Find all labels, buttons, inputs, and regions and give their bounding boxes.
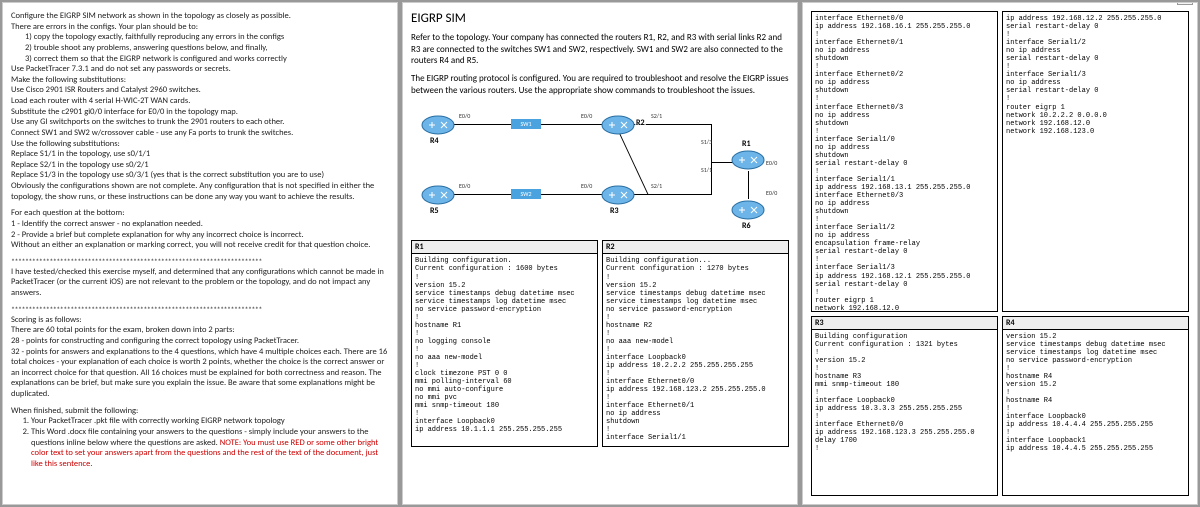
list-item: This Word .docx file containing your ans… bbox=[31, 427, 389, 470]
router-r4-icon bbox=[421, 114, 455, 136]
separator: ****************************************… bbox=[11, 257, 389, 267]
router-label: R5 bbox=[429, 206, 440, 216]
separator: ****************************************… bbox=[11, 305, 389, 315]
instruction-text: The EIGRP routing protocol is configured… bbox=[411, 73, 789, 96]
config-header-r3: R3 bbox=[811, 316, 998, 329]
config-r4: version 15.2 service timestamps debug da… bbox=[1002, 329, 1189, 496]
router-label: R1 bbox=[741, 139, 752, 149]
intro-text: Refer to the topology. Your company has … bbox=[411, 32, 789, 67]
text: Use Cisco 2901 ISR Routers and Catalyst … bbox=[11, 85, 389, 96]
port-label: S1/1 bbox=[701, 166, 712, 174]
text: When finished, submit the following: bbox=[11, 406, 389, 417]
config-r3: Building configuration Current configura… bbox=[811, 329, 998, 496]
port-label: E0/0 bbox=[766, 159, 777, 167]
port-label: E0/0 bbox=[581, 112, 592, 120]
port-label: E0/0 bbox=[581, 182, 592, 190]
port-label: E0/0 bbox=[766, 189, 777, 197]
text: Replace S1/3 in the topology use s0/3/1 … bbox=[11, 170, 389, 181]
text: Use any GI switchports on the switches t… bbox=[11, 117, 389, 128]
text: Replace S1/1 in the topology, use s0/1/1 bbox=[11, 149, 389, 160]
text: Load each router with 4 serial H-WIC-2T … bbox=[11, 96, 389, 107]
text: Scoring is as follows: bbox=[11, 315, 389, 326]
router-label: R3 bbox=[609, 206, 620, 216]
text: Obviously the configurations shown are n… bbox=[11, 181, 389, 202]
text: I have tested/checked this exercise myse… bbox=[11, 267, 389, 299]
text: Use PacketTracer 7.3.1 and do not set an… bbox=[11, 64, 389, 75]
port-label: S2/1 bbox=[651, 112, 662, 120]
text: 32 - points for answers and explanations… bbox=[11, 347, 389, 400]
text: 3) correct them so that the EIGRP networ… bbox=[11, 54, 389, 65]
config-header-r4: R4 bbox=[1002, 316, 1189, 329]
text: There are errors in the configs. Your pl… bbox=[11, 22, 389, 33]
router-r3-icon bbox=[601, 184, 635, 206]
router-r5-icon bbox=[421, 184, 455, 206]
config-r2: Building configuration... Current config… bbox=[602, 253, 789, 446]
router-r2-icon bbox=[601, 114, 635, 136]
port-label: S1/3 bbox=[701, 138, 712, 146]
text: 28 - points for constructing and configu… bbox=[11, 336, 389, 347]
page-title: EIGRP SIM bbox=[411, 11, 789, 26]
text: Substitute the c2901 gi0/0 interface for… bbox=[11, 107, 389, 118]
config-header-r2: R2 bbox=[602, 240, 789, 253]
text: 1) copy the topology exactly, faithfully… bbox=[11, 32, 389, 43]
port-label: E0/0 bbox=[459, 182, 470, 190]
text: Use the following substitutions: bbox=[11, 139, 389, 150]
page-2-topology: EIGRP SIM Refer to the topology. Your co… bbox=[402, 2, 798, 505]
text: 2) trouble shoot any problems, answering… bbox=[11, 43, 389, 54]
page-3-configs: ✥ interface Ethernet0/0 ip address 192.1… bbox=[802, 2, 1198, 505]
page-1-instructions: Configure the EIGRP SIM network as shown… bbox=[2, 2, 398, 505]
port-label: E0/0 bbox=[459, 112, 470, 120]
router-r1-icon bbox=[731, 149, 765, 171]
text: Replace S2/1 in the topology use s0/2/1 bbox=[11, 160, 389, 171]
config-tables: R1 Building configuration. Current confi… bbox=[411, 240, 789, 446]
text: There are 60 total points for the exam, … bbox=[11, 325, 389, 336]
topology-diagram: R4 SW1 R2 R5 SW2 R3 R1 R6 E0/0 E0/0 E0/0… bbox=[411, 104, 789, 234]
config-r1: Building configuration. Current configur… bbox=[411, 253, 598, 446]
text: Without an either an explanation or mark… bbox=[11, 240, 389, 251]
router-r6-icon bbox=[731, 199, 765, 221]
text: For each question at the bottom: bbox=[11, 208, 389, 219]
list-item: Your PacketTracer .pkt file with correct… bbox=[31, 416, 389, 427]
router-label: R4 bbox=[429, 136, 440, 146]
switch-sw2: SW2 bbox=[511, 189, 541, 199]
text: 1 - Identify the correct answer - no exp… bbox=[11, 219, 389, 230]
move-cursor-icon: ✥ bbox=[1177, 2, 1193, 5]
text: Connect SW1 and SW2 w/crossover cable - … bbox=[11, 128, 389, 139]
switch-sw1: SW1 bbox=[511, 119, 541, 129]
router-label: R6 bbox=[741, 221, 752, 231]
text: Configure the EIGRP SIM network as shown… bbox=[11, 11, 389, 22]
text: 2 - Provide a brief but complete explana… bbox=[11, 230, 389, 241]
config-continued-1: interface Ethernet0/0 ip address 192.168… bbox=[811, 11, 998, 312]
router-label: R2 bbox=[635, 118, 646, 128]
port-label: S2/1 bbox=[651, 182, 662, 190]
text: Make the following substitutions: bbox=[11, 75, 389, 86]
config-continued-2: ip address 192.168.12.2 255.255.255.0 se… bbox=[1002, 11, 1189, 312]
config-header-r1: R1 bbox=[411, 240, 598, 253]
